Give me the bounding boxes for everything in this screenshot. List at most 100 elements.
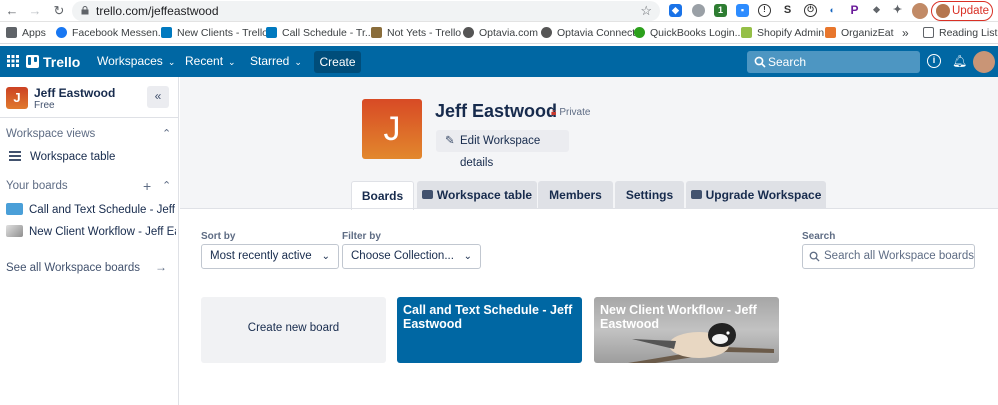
filter-label: Filter by [342, 231, 381, 242]
create-new-board-button[interactable]: Create new board [201, 297, 386, 363]
board-search-input[interactable]: Search all Workspace boards [802, 244, 975, 269]
lock-icon: 🔒︎ [551, 107, 557, 118]
header-search-input[interactable]: Search [747, 51, 920, 73]
bookmarks-overflow-button[interactable]: » [902, 26, 909, 40]
optavia-icon [463, 27, 474, 38]
tab-upgrade-workspace[interactable]: Upgrade Workspace [686, 181, 826, 209]
sort-value: Most recently active [210, 250, 312, 262]
visibility-label: Private [559, 107, 591, 118]
divider [0, 117, 178, 118]
workspace-avatar: J [6, 87, 28, 109]
workspaces-menu[interactable]: Workspaces ⌄ [97, 54, 175, 68]
starred-menu[interactable]: Starred ⌄ [250, 54, 302, 68]
menu-label: Recent [185, 54, 224, 68]
bookmark-item[interactable]: Shopify Admin [741, 26, 824, 40]
bookmark-favicon [371, 27, 382, 38]
bookmark-label: New Clients - Trello [177, 27, 269, 39]
add-board-icon[interactable]: + [143, 178, 151, 194]
trello-logo-icon [26, 55, 39, 68]
extension-icon[interactable]: ◐ [826, 4, 839, 17]
tab-boards[interactable]: Boards [351, 181, 414, 210]
extension-icon[interactable]: P [848, 4, 861, 17]
sidebar-item-label: New Client Workflow - Jeff Ea... [29, 226, 176, 238]
extension-icon[interactable]: 1 [714, 4, 727, 17]
dropbox-icon[interactable]: ❖ [870, 4, 883, 17]
workspace-plan: Free [34, 100, 55, 111]
chevron-up-icon[interactable]: ⌃ [162, 179, 171, 192]
star-icon[interactable]: ☆ [640, 3, 652, 19]
sidebar-board-item[interactable]: New Client Workflow - Jeff Ea... [6, 225, 176, 243]
optavia-icon [541, 27, 552, 38]
create-button[interactable]: Create [314, 51, 361, 73]
recent-menu[interactable]: Recent ⌄ [185, 54, 236, 68]
tab-workspace-table[interactable]: Workspace table [417, 181, 537, 209]
browser-update-button[interactable]: Update [931, 1, 993, 21]
bookmark-label: Apps [22, 27, 46, 39]
extensions-icon[interactable]: ✦ [891, 4, 904, 17]
bookmark-item[interactable]: OrganizEat [825, 26, 894, 40]
lock-icon [81, 6, 89, 15]
menu-label: Starred [250, 54, 290, 68]
pencil-icon: ✎ [445, 135, 455, 147]
extension-icon[interactable]: S [781, 4, 794, 17]
search-placeholder: Search all Workspace boards [824, 250, 974, 262]
sidebar-board-item[interactable]: Call and Text Schedule - Jeff ... [6, 203, 176, 221]
workspace-logo: J [362, 99, 422, 159]
board-color-swatch [6, 203, 23, 215]
reload-icon[interactable]: ↻ [51, 3, 67, 19]
chevron-down-icon: ⌄ [294, 57, 302, 67]
browser-profile-avatar[interactable] [912, 3, 928, 19]
workspace-title: Jeff Eastwood [435, 101, 558, 121]
bookmark-label: Optavia Connect [557, 27, 636, 39]
sort-select[interactable]: Most recently active ⌄ [201, 244, 339, 269]
bookmark-item[interactable]: New Clients - Trello [161, 26, 268, 40]
extension-icon[interactable] [692, 4, 705, 17]
your-boards-title: Your boards [6, 180, 68, 192]
quickbooks-icon [634, 27, 645, 38]
reading-list-button[interactable]: Reading List [923, 26, 997, 40]
edit-workspace-button[interactable]: ✎ Edit Workspace details [436, 130, 569, 169]
trello-icon [161, 27, 172, 38]
arrow-right-icon[interactable]: → [155, 260, 167, 274]
zoom-extension-icon[interactable]: ▪ [736, 4, 749, 17]
board-search-label: Search [802, 231, 836, 242]
forward-icon[interactable]: → [27, 3, 43, 19]
bell-icon[interactable]: 🔔︎ [952, 54, 967, 68]
tab-settings[interactable]: Settings [615, 181, 684, 209]
app-switcher-icon[interactable] [7, 55, 19, 67]
search-icon [754, 56, 766, 68]
bookmark-item[interactable]: Optavia.com [463, 26, 538, 40]
trello-logo[interactable]: Trello [26, 54, 80, 70]
filter-select[interactable]: Choose Collection... ⌄ [342, 244, 481, 269]
info-extension-icon[interactable]: ! [758, 4, 771, 17]
bookmark-apps[interactable]: Apps [6, 26, 46, 40]
chevron-up-icon[interactable]: ⌃ [162, 127, 171, 140]
collapse-sidebar-button[interactable]: « [147, 86, 169, 108]
bookmark-label: Call Schedule - Tr... [282, 27, 374, 39]
board-tile[interactable]: New Client Workflow - Jeff Eastwood [594, 297, 779, 363]
board-thumbnail [6, 225, 23, 237]
see-all-boards-link[interactable]: See all Workspace boards [6, 262, 140, 274]
browser-toolbar: ← → ↻ trello.com/jeffeastwood ☆ ◆ 1 ▪ ! … [0, 0, 998, 22]
info-icon[interactable]: i [927, 54, 941, 68]
bookmark-label: Shopify Admin [757, 27, 825, 39]
back-icon[interactable]: ← [4, 3, 20, 19]
bookmark-item[interactable]: QuickBooks Login... [634, 26, 743, 40]
board-tile[interactable]: Call and Text Schedule - Jeff Eastwood [397, 297, 582, 363]
extension-icon[interactable]: ⏻ [804, 4, 817, 17]
sidebar-item-workspace-table[interactable]: Workspace table [6, 151, 176, 169]
bookmark-item[interactable]: Not Yets - Trello [371, 26, 461, 40]
sort-label: Sort by [201, 231, 236, 242]
extension-icon[interactable]: ◆ [669, 4, 682, 17]
briefcase-icon [421, 190, 433, 199]
bookmark-item[interactable]: Call Schedule - Tr... [266, 26, 374, 40]
reading-list-icon [923, 27, 934, 38]
address-bar[interactable]: trello.com/jeffeastwood ☆ [72, 1, 660, 21]
tab-members[interactable]: Members [538, 181, 613, 209]
chevron-down-icon: ⌄ [463, 251, 472, 262]
user-avatar[interactable] [973, 51, 995, 73]
bookmark-item[interactable]: Facebook Messen... [56, 26, 167, 40]
bookmark-item[interactable]: Optavia Connect [541, 26, 635, 40]
menu-label: Workspaces [97, 54, 163, 68]
visibility-badge: 🔒︎ Private [551, 107, 590, 118]
